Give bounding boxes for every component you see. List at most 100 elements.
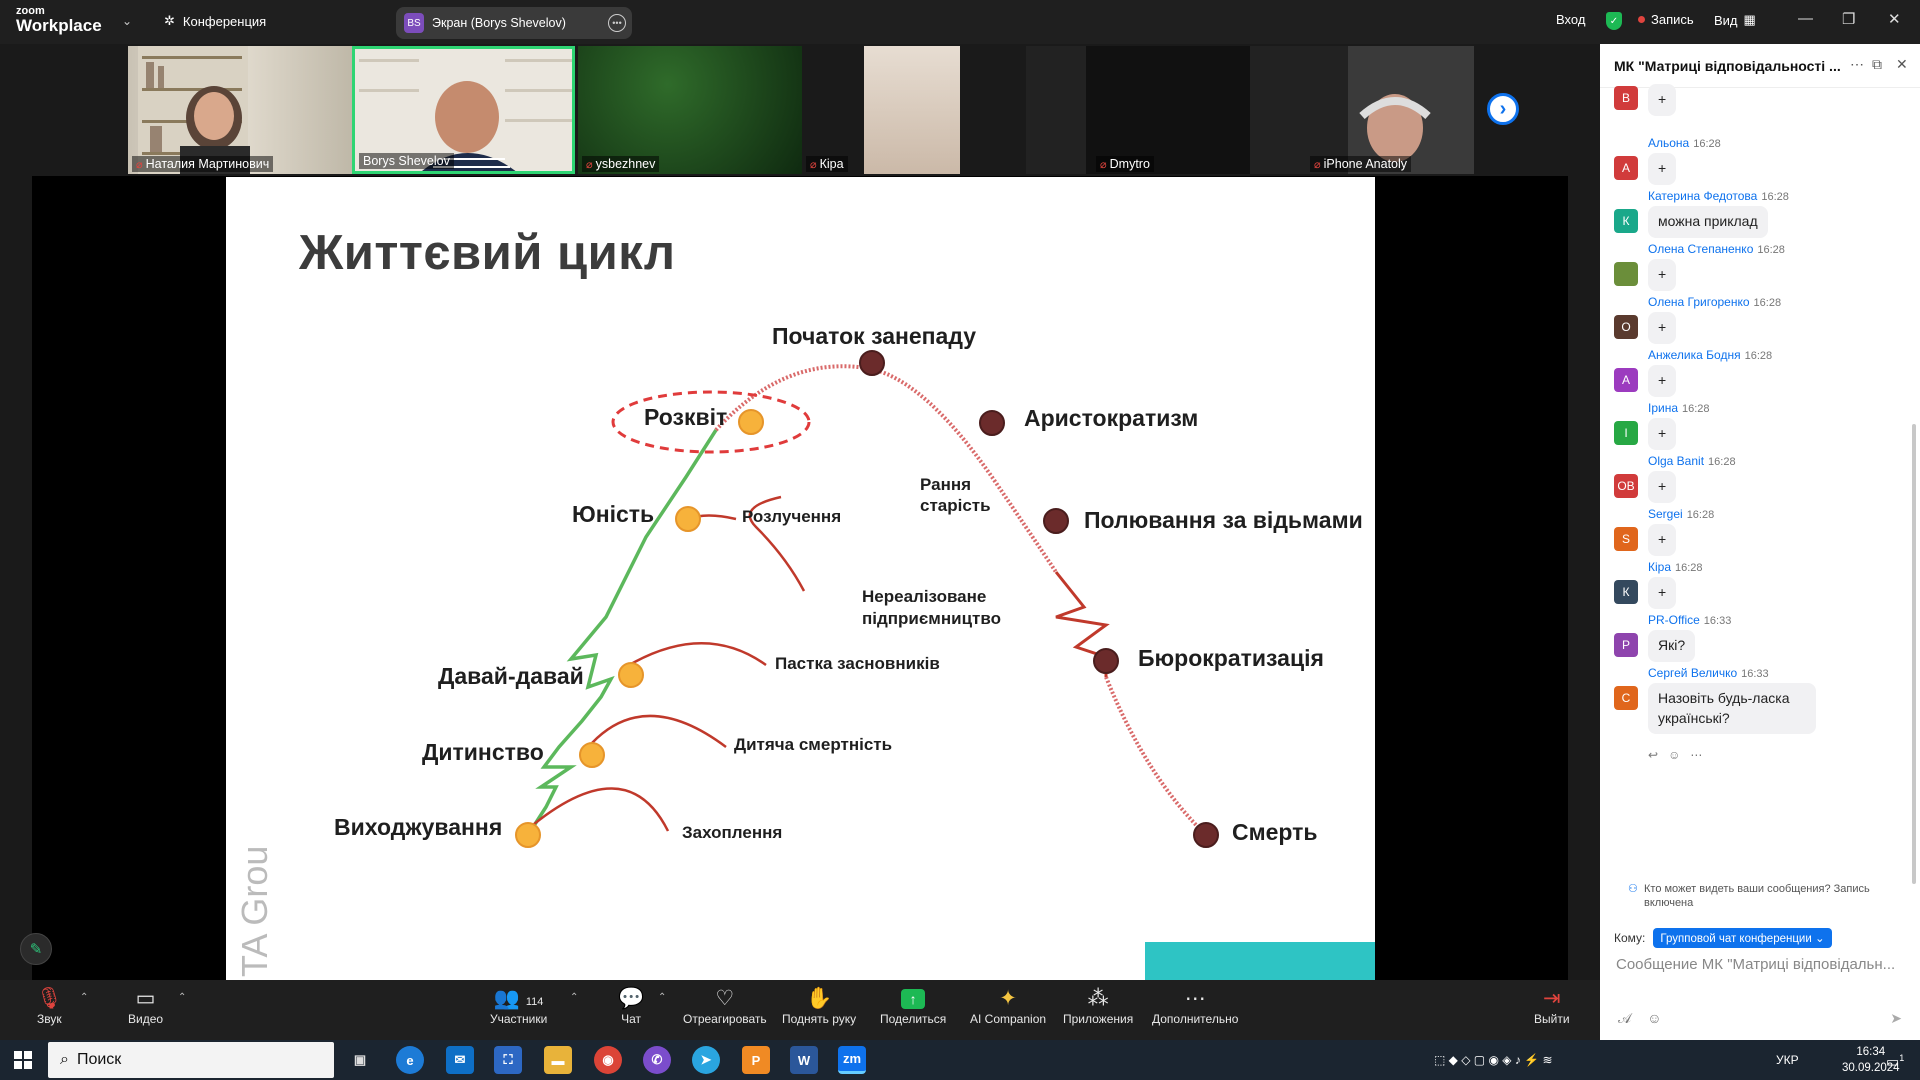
annotate-pen-icon[interactable]: ✎ bbox=[20, 933, 52, 965]
sender-name[interactable]: Олена Степаненко 16:28 bbox=[1648, 242, 1785, 256]
participant-tile[interactable]: ⌀ iPhone Anatoly bbox=[1250, 46, 1474, 174]
edge-icon[interactable]: e bbox=[396, 1046, 424, 1074]
sender-name[interactable]: Катерина Федотова 16:28 bbox=[1648, 189, 1789, 203]
chevron-down-icon[interactable]: ⌄ bbox=[122, 14, 132, 28]
message-time: 16:28 bbox=[1682, 403, 1710, 415]
participant-tile[interactable]: ⌀ Кіра bbox=[802, 46, 1026, 174]
security-shield[interactable]: ✓ bbox=[1606, 12, 1622, 30]
send-icon[interactable]: ➤ bbox=[1890, 1010, 1902, 1027]
slide-watermark: TA Grou bbox=[234, 845, 275, 977]
chat-header: МК "Матриці відповідальності ... ⋯ ⧉ ✕ bbox=[1600, 44, 1920, 88]
word-icon[interactable]: W bbox=[790, 1046, 818, 1074]
presentation-slide: Життєвий цикл Виходжування Дитинство Дав… bbox=[226, 177, 1375, 980]
folder-icon[interactable]: ▬ bbox=[544, 1046, 572, 1074]
close-icon[interactable]: ✕ bbox=[1896, 56, 1908, 73]
participant-tile[interactable]: ⌀ Наталия Мартинович bbox=[128, 46, 352, 174]
zoom-logo[interactable]: zoom Workplace bbox=[16, 6, 102, 35]
avatar: І bbox=[1614, 421, 1638, 445]
share-button[interactable]: ↑ Поделиться bbox=[880, 986, 946, 1026]
sender-name[interactable]: PR-Office 16:33 bbox=[1648, 613, 1731, 627]
video-button[interactable]: ▭ Видео bbox=[128, 986, 163, 1026]
sender-name[interactable]: Анжелика Бодня 16:28 bbox=[1648, 348, 1772, 362]
emoji-icon[interactable]: ☺ bbox=[1668, 748, 1680, 762]
task-view-icon[interactable]: ▣ bbox=[346, 1046, 374, 1074]
taskbar-search[interactable]: ⌕ Поиск bbox=[48, 1042, 334, 1078]
participant-tile[interactable]: ⌀ Dmytro bbox=[1026, 46, 1250, 174]
popout-icon[interactable]: ⧉ bbox=[1872, 56, 1882, 73]
chat-scrollbar[interactable] bbox=[1912, 424, 1916, 884]
visibility-note[interactable]: ⚇ Кто может видеть ваши сообщения? Запись… bbox=[1628, 882, 1908, 911]
view-button[interactable]: Вид ▦ bbox=[1714, 12, 1756, 28]
stage-label: Виходжування bbox=[334, 814, 503, 840]
audio-button[interactable]: 🎙 Звук bbox=[36, 986, 63, 1026]
trap-label: Дитяча смертність bbox=[734, 735, 893, 754]
sender-name-text: Сергей Величко bbox=[1648, 666, 1738, 680]
sender-name[interactable]: Альона 16:28 bbox=[1648, 136, 1721, 150]
screen-share-pill[interactable]: BS Экран (Borys Shevelov) ••• bbox=[396, 7, 632, 39]
stage-node bbox=[859, 350, 885, 376]
more-label: Дополнительно bbox=[1152, 1012, 1239, 1026]
sender-name[interactable]: Olga Banit 16:28 bbox=[1648, 454, 1736, 468]
raise-hand-button[interactable]: ✋ Поднять руку bbox=[782, 986, 856, 1026]
leave-button[interactable]: ⇥ Выйти bbox=[1534, 986, 1570, 1026]
login-button[interactable]: Вход bbox=[1556, 12, 1585, 27]
next-page-arrow-icon[interactable]: › bbox=[1487, 93, 1519, 125]
participant-tile[interactable]: ⌀ ysbezhnev bbox=[578, 46, 802, 174]
chat-button[interactable]: 💬 Чат bbox=[618, 986, 644, 1026]
stage-node bbox=[1193, 822, 1219, 848]
message-time: 16:28 bbox=[1708, 456, 1736, 468]
participant-tile-active-speaker[interactable]: Borys Shevelov bbox=[352, 46, 575, 174]
windows-start-icon[interactable] bbox=[14, 1051, 32, 1069]
trap-curve bbox=[527, 787, 670, 832]
stage-label: Розквіт bbox=[644, 404, 728, 430]
mic-muted-icon: ⌀ bbox=[586, 158, 593, 171]
participant-name: ⌀ Dmytro bbox=[1096, 156, 1154, 172]
participants-button[interactable]: 👥 114 Участники bbox=[490, 986, 547, 1026]
telegram-icon[interactable]: ➤ bbox=[692, 1046, 720, 1074]
stage-label: Юність bbox=[572, 501, 655, 527]
chevron-up-icon[interactable]: ⌃ bbox=[178, 992, 186, 1003]
sender-name[interactable]: Sergei 16:28 bbox=[1648, 507, 1714, 521]
zoom-taskbar-icon[interactable]: zm bbox=[838, 1046, 866, 1074]
more-icon[interactable]: ••• bbox=[608, 14, 626, 32]
close-icon[interactable]: ✕ bbox=[1888, 10, 1901, 28]
presentation-app-icon[interactable]: P bbox=[742, 1046, 770, 1074]
react-label: Отреагировать bbox=[683, 1012, 767, 1026]
tray-icons[interactable]: ⬚ ◆ ◇ ▢ ◉ ◈ ♪ ⚡ ≋ bbox=[1434, 1053, 1553, 1067]
ai-companion-button[interactable]: ✦ AI Companion bbox=[970, 986, 1046, 1026]
recipient-select[interactable]: Групповой чат конференции ⌄ bbox=[1653, 928, 1832, 948]
message-input[interactable]: Сообщение МК "Матриці відповідальн... bbox=[1616, 956, 1916, 973]
language-indicator[interactable]: УКР bbox=[1776, 1053, 1799, 1067]
message-text: + bbox=[1648, 153, 1677, 185]
sender-name-text: Анжелика Бодня bbox=[1648, 348, 1741, 362]
chevron-up-icon[interactable]: ⌃ bbox=[570, 992, 578, 1003]
camera-icon: ▭ bbox=[135, 987, 156, 1010]
viber-icon[interactable]: ✆ bbox=[643, 1046, 671, 1074]
more-button[interactable]: ⋯ Дополнительно bbox=[1152, 986, 1238, 1026]
stage-label: Давай-давай bbox=[438, 663, 584, 689]
view-label: Вид bbox=[1714, 12, 1738, 28]
minimize-icon[interactable]: — bbox=[1798, 10, 1813, 27]
conference-info-button[interactable]: ✲ Конференция bbox=[164, 13, 266, 29]
reply-icon[interactable]: ↩ bbox=[1648, 748, 1658, 762]
mail-icon[interactable]: ✉ bbox=[446, 1046, 474, 1074]
restore-icon[interactable]: ❐ bbox=[1842, 10, 1855, 28]
sender-name-text: Олена Степаненко bbox=[1648, 242, 1754, 256]
chevron-up-icon[interactable]: ⌃ bbox=[658, 992, 666, 1003]
chrome-icon[interactable]: ◉ bbox=[594, 1046, 622, 1074]
react-button[interactable]: ♡ Отреагировать bbox=[683, 986, 767, 1026]
sender-name[interactable]: Олена Григоренко 16:28 bbox=[1648, 295, 1781, 309]
sender-name[interactable]: Ірина 16:28 bbox=[1648, 401, 1710, 415]
emoji-icon[interactable]: ☺ bbox=[1647, 1010, 1661, 1027]
more-icon[interactable]: ⋯ bbox=[1850, 56, 1864, 73]
apps-button[interactable]: ⁂ Приложения bbox=[1063, 986, 1133, 1026]
format-icon[interactable]: 𝒜 bbox=[1618, 1010, 1631, 1027]
notification-icon[interactable]: ▭1 bbox=[1886, 1053, 1904, 1071]
more-icon[interactable]: ⋯ bbox=[1690, 748, 1702, 762]
sender-name[interactable]: Кіра 16:28 bbox=[1648, 560, 1703, 574]
record-indicator[interactable]: Запись bbox=[1638, 12, 1694, 27]
store-icon[interactable]: ⛶ bbox=[494, 1046, 522, 1074]
avatar: А bbox=[1614, 368, 1638, 392]
chevron-up-icon[interactable]: ⌃ bbox=[80, 992, 88, 1003]
sender-name[interactable]: Сергей Величко 16:33 bbox=[1648, 666, 1769, 680]
